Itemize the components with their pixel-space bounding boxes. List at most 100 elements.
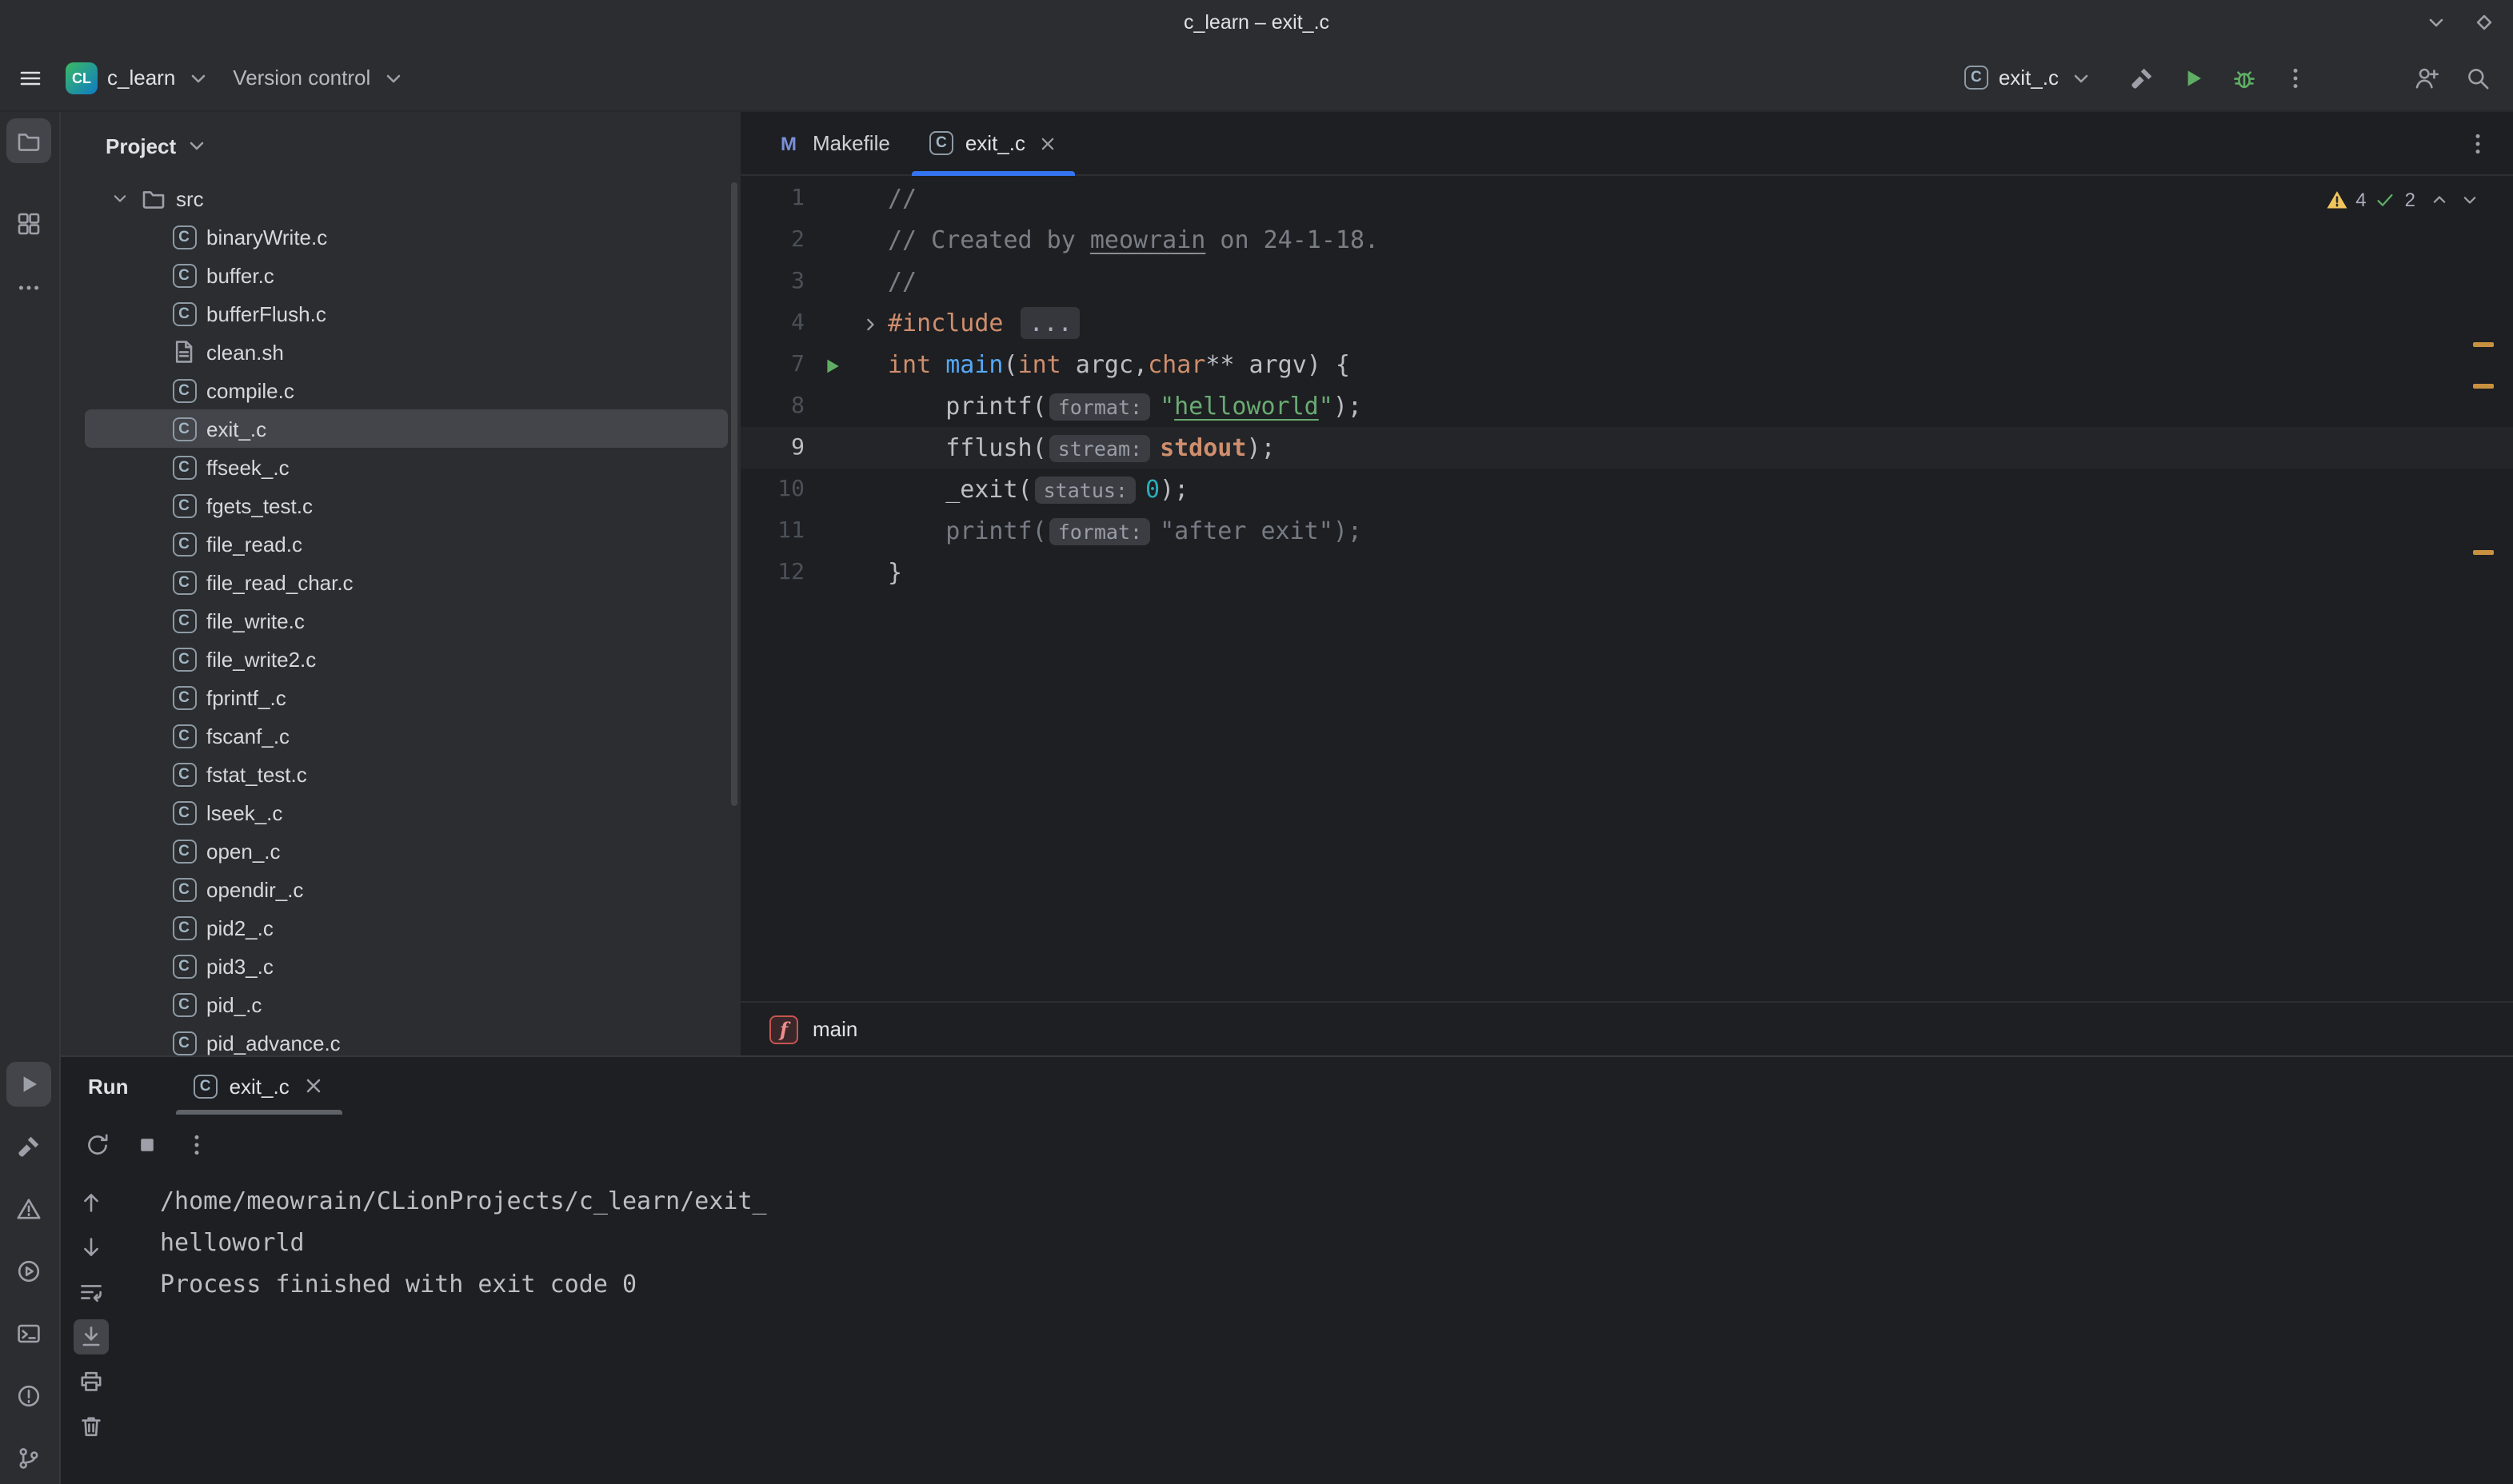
project-file-row[interactable]: Ccompile.c	[85, 371, 728, 409]
structure-tool-button[interactable]	[6, 201, 51, 246]
file-name: compile.c	[206, 378, 294, 402]
project-file-row[interactable]: Cfgets_test.c	[85, 486, 728, 525]
stop-icon[interactable]	[134, 1132, 160, 1158]
project-file-row[interactable]: Cfprintf_.c	[85, 678, 728, 716]
more-tool-windows-button[interactable]	[6, 265, 51, 310]
project-file-row[interactable]: Clseek_.c	[85, 793, 728, 832]
code-text: }	[888, 558, 902, 587]
project-widget[interactable]: CL c_learn	[66, 62, 210, 94]
project-scrollbar[interactable]	[731, 182, 737, 806]
debug-bug-icon[interactable]	[2231, 65, 2257, 90]
project-file-row[interactable]: Cfile_read_char.c	[85, 563, 728, 601]
clear-console-button[interactable]	[74, 1409, 109, 1444]
project-file-row[interactable]: CbinaryWrite.c	[85, 217, 728, 256]
run-console-tab[interactable]: C exit_.c	[177, 1057, 342, 1115]
next-occurrence-button[interactable]	[74, 1230, 109, 1265]
more-actions-icon[interactable]	[2283, 65, 2308, 90]
problems-tool-button[interactable]	[6, 1187, 51, 1231]
analysis-mark[interactable]	[2473, 550, 2494, 555]
project-file-row[interactable]: Cpid3_.c	[85, 947, 728, 985]
breadcrumb-function-name[interactable]: main	[813, 1017, 857, 1041]
run-config-widget[interactable]: C exit_.c	[1964, 65, 2094, 90]
code-line[interactable]: 3 //	[741, 261, 2513, 302]
project-file-row[interactable]: Cbuffer.c	[85, 256, 728, 294]
run-tool-button[interactable]	[6, 1062, 51, 1107]
console-options-icon[interactable]	[184, 1132, 210, 1158]
code-line[interactable]: 1//	[741, 178, 2513, 219]
vcs-widget[interactable]: Version control	[233, 65, 406, 90]
project-tool-window: Project src CbinaryWrite.cCbuffer.cCbuff…	[61, 112, 741, 1055]
project-file-row[interactable]: Cfile_write.c	[85, 601, 728, 640]
print-button[interactable]	[74, 1364, 109, 1399]
code-text: //	[888, 267, 917, 296]
code-line[interactable]: 2// Created by meowrain on 24-1-18.	[741, 219, 2513, 261]
run-line-icon[interactable]	[821, 353, 843, 376]
c-file-icon: C	[171, 301, 197, 326]
project-file-row[interactable]: Copen_.c	[85, 832, 728, 870]
close-icon[interactable]	[1037, 132, 1059, 154]
project-panel-header[interactable]: Project	[61, 112, 741, 179]
terminal-icon	[16, 1321, 42, 1346]
window-collapse-icon[interactable]	[2423, 10, 2449, 35]
project-file-row[interactable]: Cfile_write2.c	[85, 640, 728, 678]
project-file-row[interactable]: Cfscanf_.c	[85, 716, 728, 755]
file-name: buffer.c	[206, 263, 274, 287]
code-line[interactable]: 9 fflush(stream:stdout);	[741, 427, 2513, 469]
services-tool-button[interactable]	[6, 1249, 51, 1294]
c-file-icon: C	[171, 608, 197, 633]
scroll-to-end-button[interactable]	[74, 1319, 109, 1354]
project-file-row[interactable]: Cpid_advance.c	[85, 1023, 728, 1055]
code-line[interactable]: 7int main(int argc,char** argv) {	[741, 344, 2513, 385]
project-tool-button[interactable]	[6, 118, 51, 163]
code-line[interactable]: 8 printf(format:"helloworld");	[741, 385, 2513, 427]
window-restore-icon[interactable]	[2471, 10, 2497, 35]
code-line[interactable]: 10 _exit(status:0);	[741, 469, 2513, 510]
folder-row-src[interactable]: src	[85, 179, 728, 217]
code-line[interactable]: 12}	[741, 552, 2513, 593]
close-icon[interactable]	[301, 1073, 326, 1099]
main-menu-icon[interactable]	[18, 65, 43, 90]
tab-options-icon[interactable]	[2465, 131, 2491, 157]
run-play-icon[interactable]	[2180, 65, 2206, 90]
add-user-icon[interactable]	[2414, 65, 2439, 90]
project-file-row[interactable]: clean.sh	[85, 333, 728, 371]
scroll-end-icon	[78, 1324, 104, 1350]
prev-occurrence-button[interactable]	[74, 1185, 109, 1220]
line-number: 3	[741, 269, 817, 294]
analysis-mark[interactable]	[2473, 342, 2494, 347]
search-icon[interactable]	[2465, 65, 2491, 90]
project-file-row[interactable]: Cpid2_.c	[85, 908, 728, 947]
file-name: pid_.c	[206, 992, 262, 1016]
chevron-down-icon	[185, 65, 210, 90]
code-line[interactable]: 11 printf(format:"after exit");	[741, 510, 2513, 552]
project-file-row[interactable]: Cffseek_.c	[85, 448, 728, 486]
c-file-icon: C	[171, 876, 197, 902]
line-number: 7	[741, 352, 817, 377]
expand-arrow-icon[interactable]	[109, 187, 131, 209]
project-file-row[interactable]: Cfstat_test.c	[85, 755, 728, 793]
project-file-row[interactable]: Copendir_.c	[85, 870, 728, 908]
code-line[interactable]: 4#include ...	[741, 302, 2513, 344]
build-hammer-icon[interactable]	[2129, 65, 2155, 90]
project-file-row[interactable]: CbufferFlush.c	[85, 294, 728, 333]
rerun-icon[interactable]	[85, 1132, 110, 1158]
fold-arrow-icon[interactable]	[859, 312, 881, 334]
file-name: clean.sh	[206, 340, 284, 364]
terminal-tool-button[interactable]	[6, 1311, 51, 1356]
build-tool-button[interactable]	[6, 1124, 51, 1169]
tab-label: Makefile	[813, 131, 890, 155]
clion-logo: CL	[66, 62, 98, 94]
code-editor[interactable]: 1//2// Created by meowrain on 24-1-18. 3 /…	[741, 178, 2513, 1001]
editor-tab-exit_.c[interactable]: Cexit_.c	[909, 112, 1078, 174]
chevron-down-icon	[2068, 65, 2094, 90]
git-tool-button[interactable]	[6, 1436, 51, 1481]
project-file-row[interactable]: Cpid_.c	[85, 985, 728, 1023]
notifications-tool-button[interactable]	[6, 1374, 51, 1418]
console-output[interactable]: /home/meowrain/CLionProjects/c_learn/exi…	[160, 1180, 2497, 1305]
editor-tab-Makefile[interactable]: MMakefile	[757, 112, 909, 174]
c-file-icon: C	[171, 684, 197, 710]
soft-wrap-button[interactable]	[74, 1275, 109, 1310]
project-file-row[interactable]: Cfile_read.c	[85, 525, 728, 563]
analysis-mark[interactable]	[2473, 384, 2494, 389]
project-file-row[interactable]: Cexit_.c	[85, 409, 728, 448]
